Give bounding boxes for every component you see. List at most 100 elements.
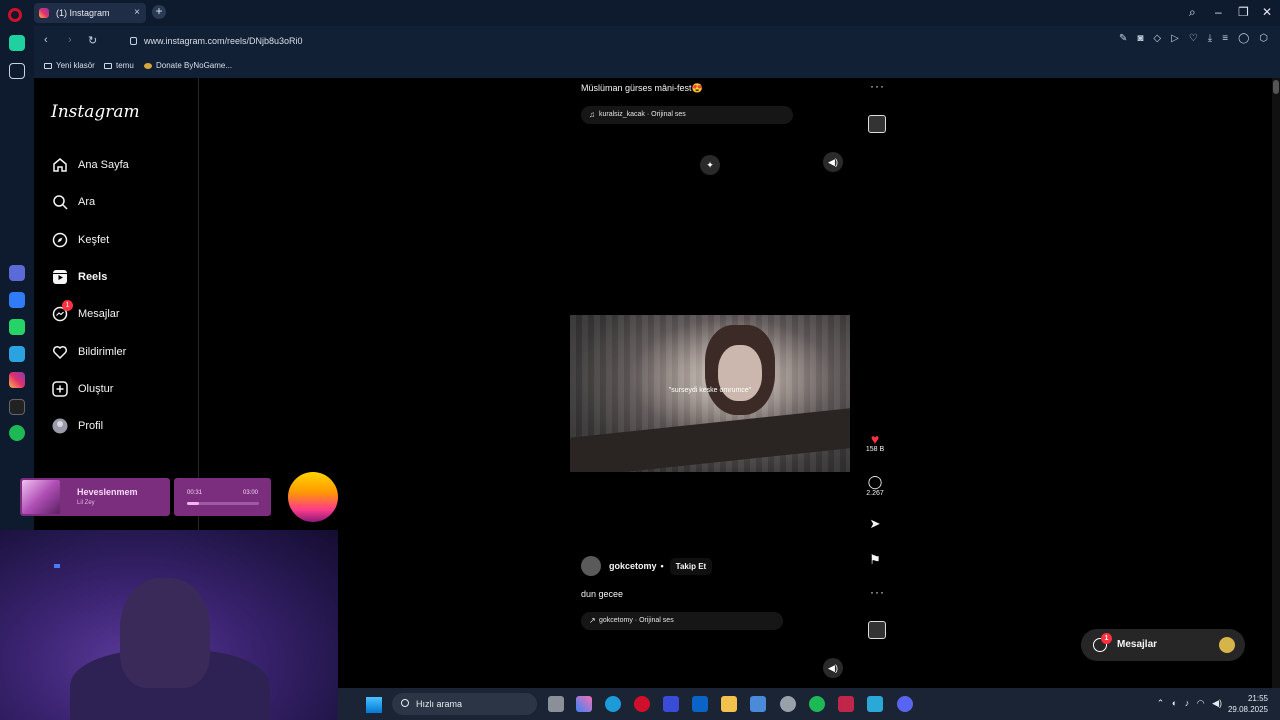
song-artist: Lil Zey [77, 500, 95, 506]
comment-button[interactable]: ◯ 2.267 [860, 474, 890, 497]
nav-profile[interactable]: Profil [52, 414, 192, 438]
prev-reel-caption: Müslüman gürses mâni-fest😍 [581, 83, 703, 93]
reel-author: gokcetomy • Takip Et [581, 556, 713, 576]
x-twitter-icon[interactable] [9, 399, 25, 415]
prev-more-options-icon[interactable]: ··· [870, 79, 885, 93]
bookmark-donate[interactable]: Donate ByNoGame... [144, 61, 232, 70]
whatsapp-icon[interactable] [9, 319, 25, 335]
file-explorer-icon[interactable] [721, 696, 737, 712]
close-tab-icon[interactable]: × [134, 3, 140, 23]
windows-start-icon[interactable] [366, 697, 382, 713]
messages-badge: 1 [62, 300, 73, 311]
progress-bar [187, 502, 259, 505]
notepad-icon[interactable] [867, 696, 883, 712]
folder-icon [104, 63, 112, 69]
back-icon[interactable]: ‹ [44, 34, 48, 46]
audio-thumbnail[interactable] [868, 621, 886, 639]
reel-audio[interactable]: ↗ gokcetomy · Orijinal ses [581, 612, 783, 630]
scrollbar-thumb[interactable] [1273, 80, 1279, 94]
messages-float-button[interactable]: 1 Mesajlar [1081, 629, 1245, 661]
author-avatar[interactable] [581, 556, 601, 576]
favorite-heart-icon[interactable]: ♡ [1189, 33, 1198, 44]
edit-icon[interactable]: ✎ [1119, 33, 1127, 44]
edge-icon[interactable] [605, 696, 621, 712]
nav-home[interactable]: Ana Sayfa [52, 153, 192, 177]
forward-icon[interactable]: › [68, 34, 72, 46]
folder-icon [44, 63, 52, 69]
share-button[interactable]: ➤ [860, 516, 890, 532]
prev-reel-audio[interactable]: ♫ kuralsiz_kacak · Orijinal ses [581, 106, 793, 124]
nav-label: Keşfet [78, 234, 110, 246]
reel-video[interactable]: "surseydi keske omrumce" [570, 315, 850, 472]
bookmark-yeni-klasor[interactable]: Yeni klasör [44, 61, 95, 70]
nav-label: Bildirimler [78, 346, 127, 358]
nav-messages[interactable]: 1 Mesajlar [52, 300, 192, 326]
like-button[interactable]: ♥ 158 B [860, 432, 890, 453]
streamer-head [120, 578, 210, 688]
steam-icon[interactable] [780, 696, 796, 712]
home-icon [52, 157, 68, 173]
speed-dial-icon[interactable] [9, 63, 25, 79]
copilot-icon[interactable] [576, 696, 592, 712]
nav-label: Ara [78, 196, 96, 208]
task-view-icon[interactable] [548, 696, 564, 712]
prev-audio-thumbnail[interactable] [868, 115, 886, 133]
valorant-icon[interactable] [838, 696, 854, 712]
telegram-icon[interactable] [9, 346, 25, 362]
avatar-icon [52, 418, 68, 434]
profile-icon[interactable]: ◯ [1238, 33, 1249, 44]
close-window-icon[interactable]: ✕ [1262, 5, 1272, 19]
instagram-app-icon[interactable] [9, 372, 25, 388]
next-volume-icon[interactable]: ◀) [823, 658, 843, 678]
sparkle-effect-icon[interactable]: ✦ [700, 155, 720, 175]
reel-description: dun gecee [581, 589, 624, 599]
opera-logo-icon[interactable] [8, 8, 22, 22]
taskbar-clock[interactable]: 21:55 29.08.2025 [1228, 693, 1268, 715]
store-icon[interactable] [663, 696, 679, 712]
save-button[interactable]: ⚑ [860, 552, 890, 568]
page-scrollbar[interactable] [1272, 78, 1280, 688]
more-options-icon[interactable]: ··· [870, 585, 885, 599]
menu-icon[interactable]: ≡ [1222, 33, 1228, 44]
nav-label: Ana Sayfa [78, 159, 129, 171]
volume-icon[interactable]: ◀) [823, 152, 843, 172]
bookmarks-bar: Yeni klasör temu Donate ByNoGame... [34, 54, 1280, 78]
lock-icon [130, 37, 137, 45]
author-username[interactable]: gokcetomy [609, 561, 657, 571]
instagram-logo[interactable]: Instagram [51, 102, 140, 122]
spotify-icon[interactable] [9, 425, 25, 441]
nav-reels[interactable]: Reels [52, 265, 192, 289]
restore-icon[interactable]: ❐ [1238, 5, 1249, 19]
download-icon[interactable]: ⤓ [1208, 33, 1212, 44]
nav-explore[interactable]: Keşfet [52, 228, 192, 252]
camera-icon[interactable]: ◙ [1137, 33, 1143, 44]
reload-icon[interactable]: ↻ [88, 34, 97, 47]
nav-create[interactable]: Oluştur [52, 377, 192, 401]
play-icon[interactable]: ▷ [1171, 33, 1179, 44]
home-aria-icon[interactable] [9, 35, 25, 51]
new-tab-button[interactable]: + [152, 5, 166, 19]
follow-button[interactable]: Takip Et [669, 557, 713, 575]
aria-icon[interactable] [9, 265, 25, 281]
extensions-icon[interactable]: ⬡ [1259, 33, 1268, 44]
video-lyric-overlay: "surseydi keske omrumce" [668, 387, 752, 394]
url-field[interactable]: www.instagram.com/reels/DNjb8u3oRi0 [130, 33, 1170, 49]
opera-gx-icon[interactable] [634, 696, 650, 712]
taskbar-search[interactable]: Hızlı arama [392, 693, 537, 715]
elapsed-time: 00:31 [187, 490, 203, 496]
discord-icon[interactable] [897, 696, 913, 712]
bookmark-temu[interactable]: temu [104, 61, 134, 70]
comment-count: 2.267 [866, 490, 884, 497]
tab-instagram[interactable]: (1) Instagram × [34, 3, 146, 23]
system-tray[interactable]: ⌃ ◐ ♪ ◠ ◀) [1157, 698, 1222, 709]
minimize-icon[interactable]: – [1215, 5, 1222, 19]
nav-search[interactable]: Ara [52, 190, 192, 214]
search-placeholder: Hızlı arama [416, 699, 463, 709]
spotify-taskbar-icon[interactable] [809, 696, 825, 712]
app-icon[interactable] [750, 696, 766, 712]
outlook-icon[interactable] [692, 696, 708, 712]
messenger-app-icon[interactable] [9, 292, 25, 308]
nav-notifications[interactable]: Bildirimler [52, 340, 192, 364]
shield-icon[interactable]: ◇ [1153, 33, 1161, 44]
search-tabs-icon[interactable]: ⌕ [1189, 5, 1196, 20]
